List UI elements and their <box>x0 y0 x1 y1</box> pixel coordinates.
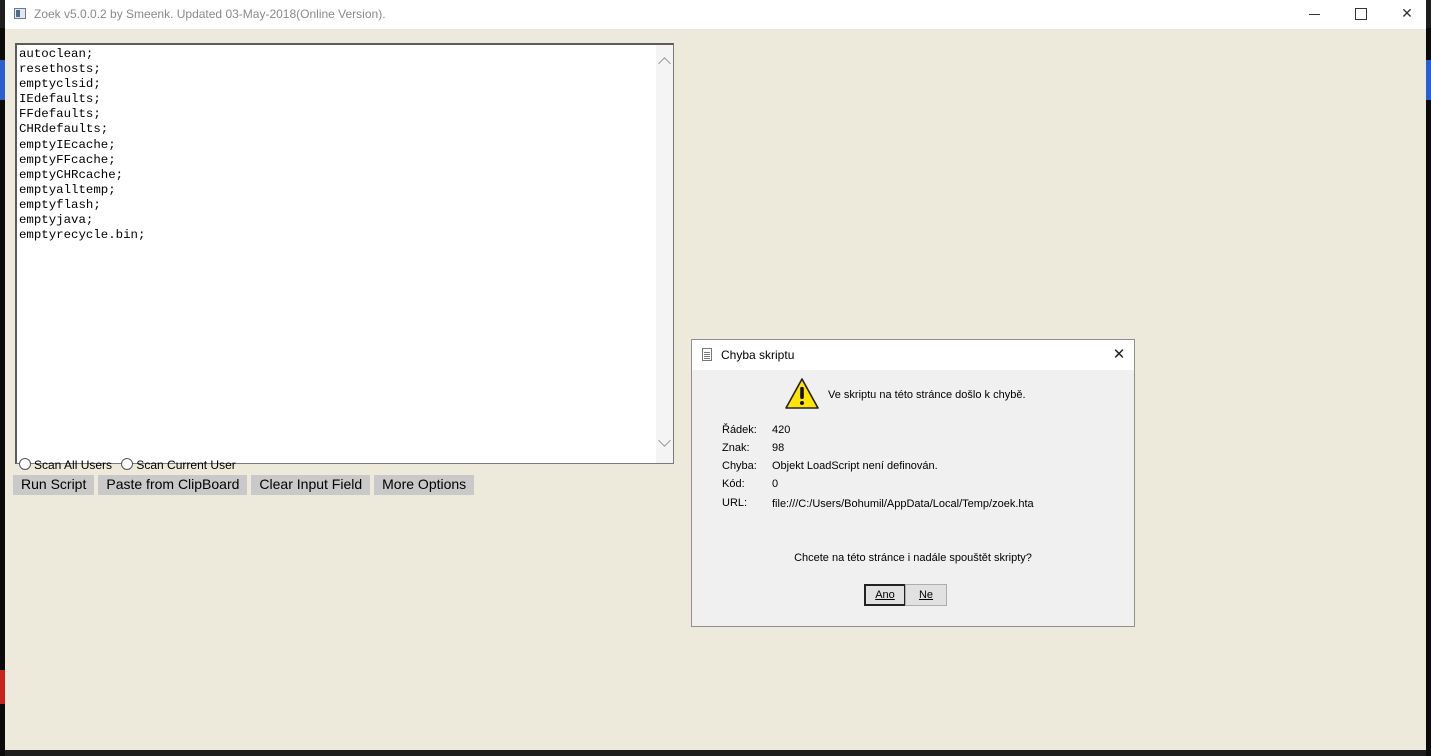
scan-current-user-label: Scan Current User <box>136 458 236 472</box>
scan-current-user-radio[interactable] <box>121 458 134 470</box>
minimize-icon <box>1309 14 1320 15</box>
char-value: 98 <box>772 442 785 454</box>
close-button[interactable]: ✕ <box>1384 0 1430 29</box>
document-icon <box>702 348 712 361</box>
script-input-field[interactable]: autoclean; resethosts; emptyclsid; IEdef… <box>15 43 674 464</box>
desktop-fragment <box>1426 60 1431 100</box>
dialog-question: Chcete na této stránce i nadále spouštět… <box>794 552 1032 564</box>
script-error-dialog: Chyba skriptu ✕ Ve skriptu na této strán… <box>691 339 1135 627</box>
scan-options: Scan All Users Scan Current User <box>19 458 242 472</box>
dialog-title-bar: Chyba skriptu ✕ <box>692 340 1134 370</box>
more-options-button[interactable]: More Options <box>374 475 475 495</box>
code-label: Kód: <box>722 478 745 490</box>
maximize-button[interactable] <box>1338 0 1384 29</box>
line-value: 420 <box>772 424 791 436</box>
scroll-up-icon[interactable] <box>658 57 671 70</box>
script-text[interactable]: autoclean; resethosts; emptyclsid; IEdef… <box>19 47 145 243</box>
scan-all-users-label: Scan All Users <box>34 458 113 472</box>
url-label: URL: <box>722 497 748 509</box>
no-button-label: Ne <box>918 589 934 601</box>
minimize-button[interactable] <box>1292 0 1338 29</box>
dialog-message: Ve skriptu na této stránce došlo k chybě… <box>828 389 1026 401</box>
code-value: 0 <box>772 478 779 490</box>
clear-input-field-button[interactable]: Clear Input Field <box>251 475 371 495</box>
error-value: Objekt LoadScript není definován. <box>772 460 938 472</box>
char-label: Znak: <box>722 442 750 454</box>
paste-from-clipboard-button[interactable]: Paste from ClipBoard <box>98 475 248 495</box>
no-button[interactable]: Ne <box>905 584 947 606</box>
title-bar: Zoek v5.0.0.2 by Smeenk. Updated 03-May-… <box>5 0 1426 29</box>
yes-button[interactable]: Ano <box>864 584 906 606</box>
maximize-icon <box>1355 8 1367 20</box>
dialog-title: Chyba skriptu <box>721 348 795 362</box>
close-icon: ✕ <box>1401 6 1413 22</box>
line-label: Řádek: <box>722 424 757 436</box>
vertical-scrollbar[interactable] <box>656 45 673 463</box>
window-title: Zoek v5.0.0.2 by Smeenk. Updated 03-May-… <box>34 7 386 21</box>
dialog-close-icon[interactable]: ✕ <box>1110 345 1128 363</box>
run-script-button[interactable]: Run Script <box>13 475 95 495</box>
scan-all-users-radio[interactable] <box>19 458 31 470</box>
url-value: file:///C:/Users/Bohumil/AppData/Local/T… <box>772 498 1034 510</box>
error-label: Chyba: <box>722 460 757 472</box>
app-icon <box>14 8 26 19</box>
button-row: Run Script Paste from ClipBoard Clear Inpu… <box>13 475 478 495</box>
scroll-down-icon[interactable] <box>658 434 671 447</box>
yes-button-label: Ano <box>875 589 895 601</box>
warning-icon <box>785 378 819 409</box>
desktop-background-right <box>1426 28 1431 756</box>
